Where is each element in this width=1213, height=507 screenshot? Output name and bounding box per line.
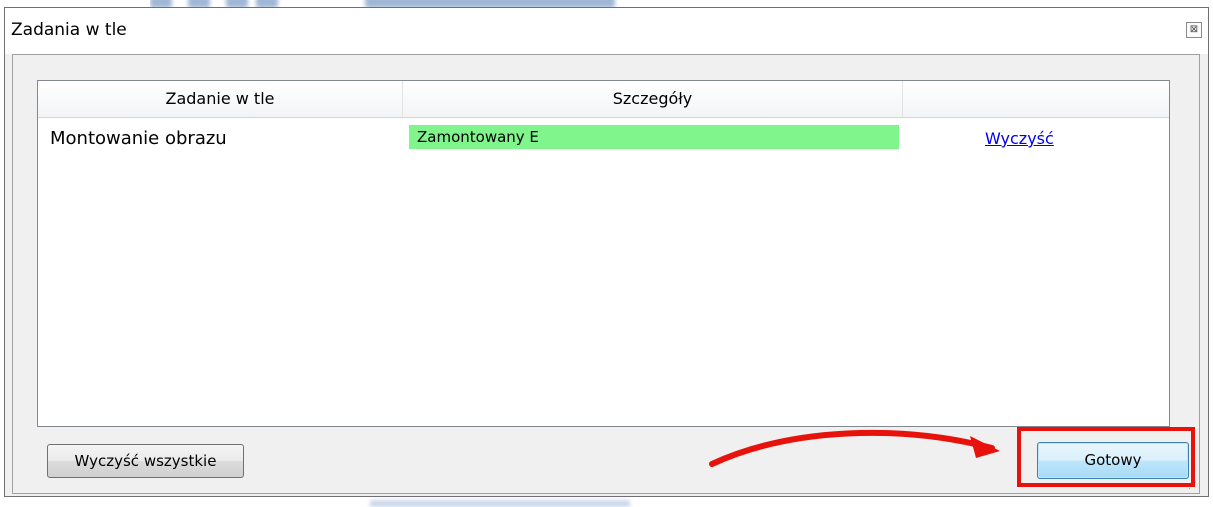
background-blur-bottom (370, 500, 630, 507)
background-tasks-dialog: Zadania w tle ⊠ Zadanie w tle Szczegóły … (4, 7, 1209, 497)
list-header: Zadanie w tle Szczegóły (38, 81, 1169, 118)
tasks-list[interactable]: Zadanie w tle Szczegóły Montowanie obraz… (37, 80, 1170, 427)
title-bar: Zadania w tle ⊠ (5, 8, 1208, 54)
column-header-action[interactable] (903, 81, 1169, 117)
clear-task-link[interactable]: Wyczyść (985, 129, 1054, 148)
annotation-arrow-icon (709, 429, 1000, 467)
highlight-box (1017, 427, 1195, 487)
task-progress-bar: Zamontowany E (409, 125, 899, 149)
task-name: Montowanie obrazu (50, 128, 227, 149)
dialog-title: Zadania w tle (11, 20, 127, 40)
column-header-details[interactable]: Szczegóły (403, 81, 903, 117)
clear-all-button[interactable]: Wyczyść wszystkie (47, 444, 244, 478)
close-icon[interactable]: ⊠ (1186, 22, 1202, 38)
list-item[interactable]: Montowanie obrazu Zamontowany E Wyczyść (38, 117, 1169, 159)
column-header-task[interactable]: Zadanie w tle (38, 81, 403, 117)
task-details: Zamontowany E (417, 128, 539, 146)
